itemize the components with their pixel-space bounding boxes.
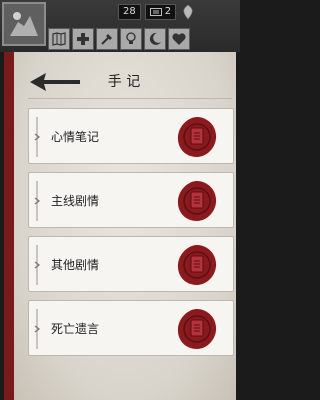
crafting-icon — [101, 34, 112, 45]
stat-value-1: 28 — [123, 6, 136, 17]
stats-bar: 28 2 — [118, 4, 196, 20]
top-bar: 28 2 — [0, 0, 240, 52]
character-portrait[interactable] — [2, 2, 46, 46]
health-button[interactable] — [168, 28, 190, 50]
leaf-icon[interactable] — [180, 4, 196, 20]
title-divider — [28, 98, 232, 99]
back-arrow-icon[interactable] — [28, 70, 82, 94]
wax-seal-icon — [175, 243, 219, 287]
rest-button[interactable] — [144, 28, 166, 50]
idea-button[interactable] — [120, 28, 142, 50]
entry-tick-icon — [34, 309, 40, 349]
journal-title: 手 记 — [107, 74, 141, 90]
crafting-button[interactable] — [96, 28, 118, 50]
stat-value-2: 2 — [164, 6, 172, 17]
notebook-spine — [4, 52, 14, 400]
toolbar-icons — [48, 28, 190, 50]
wax-seal-icon — [175, 179, 219, 223]
map-icon — [52, 32, 66, 46]
medical-button[interactable] — [72, 28, 94, 50]
wax-seal-icon — [175, 307, 219, 351]
journal-entries: 心情笔记 主线剧情 其他剧情 死亡遗言 — [28, 108, 234, 364]
journal-notebook: 手 记 心情笔记 主线剧情 其他剧情 死亡遗言 — [4, 52, 236, 400]
entry-tick-icon — [34, 181, 40, 221]
entry-label: 心情笔记 — [51, 130, 100, 144]
entry-label: 死亡遗言 — [51, 322, 100, 336]
map-button[interactable] — [48, 28, 70, 50]
entry-label: 主线剧情 — [51, 194, 100, 208]
entry-label: 其他剧情 — [51, 258, 100, 272]
ticket-icon — [149, 8, 162, 16]
wax-seal-icon — [175, 115, 219, 159]
medical-cross-icon — [77, 33, 89, 45]
moon-icon — [149, 32, 161, 45]
lightbulb-icon — [126, 32, 136, 44]
entry-last-words[interactable]: 死亡遗言 — [28, 300, 234, 356]
journal-page: 手 记 心情笔记 主线剧情 其他剧情 死亡遗言 — [14, 52, 236, 400]
entry-tick-icon — [34, 245, 40, 285]
entry-mood-notes[interactable]: 心情笔记 — [28, 108, 234, 164]
entry-tick-icon — [34, 117, 40, 157]
entry-other-stories[interactable]: 其他剧情 — [28, 236, 234, 292]
stat-counter-2: 2 — [144, 4, 177, 20]
stat-counter-1: 28 — [118, 4, 141, 20]
entry-main-story[interactable]: 主线剧情 — [28, 172, 234, 228]
portrait-icon — [4, 4, 44, 44]
heart-icon — [172, 33, 186, 45]
